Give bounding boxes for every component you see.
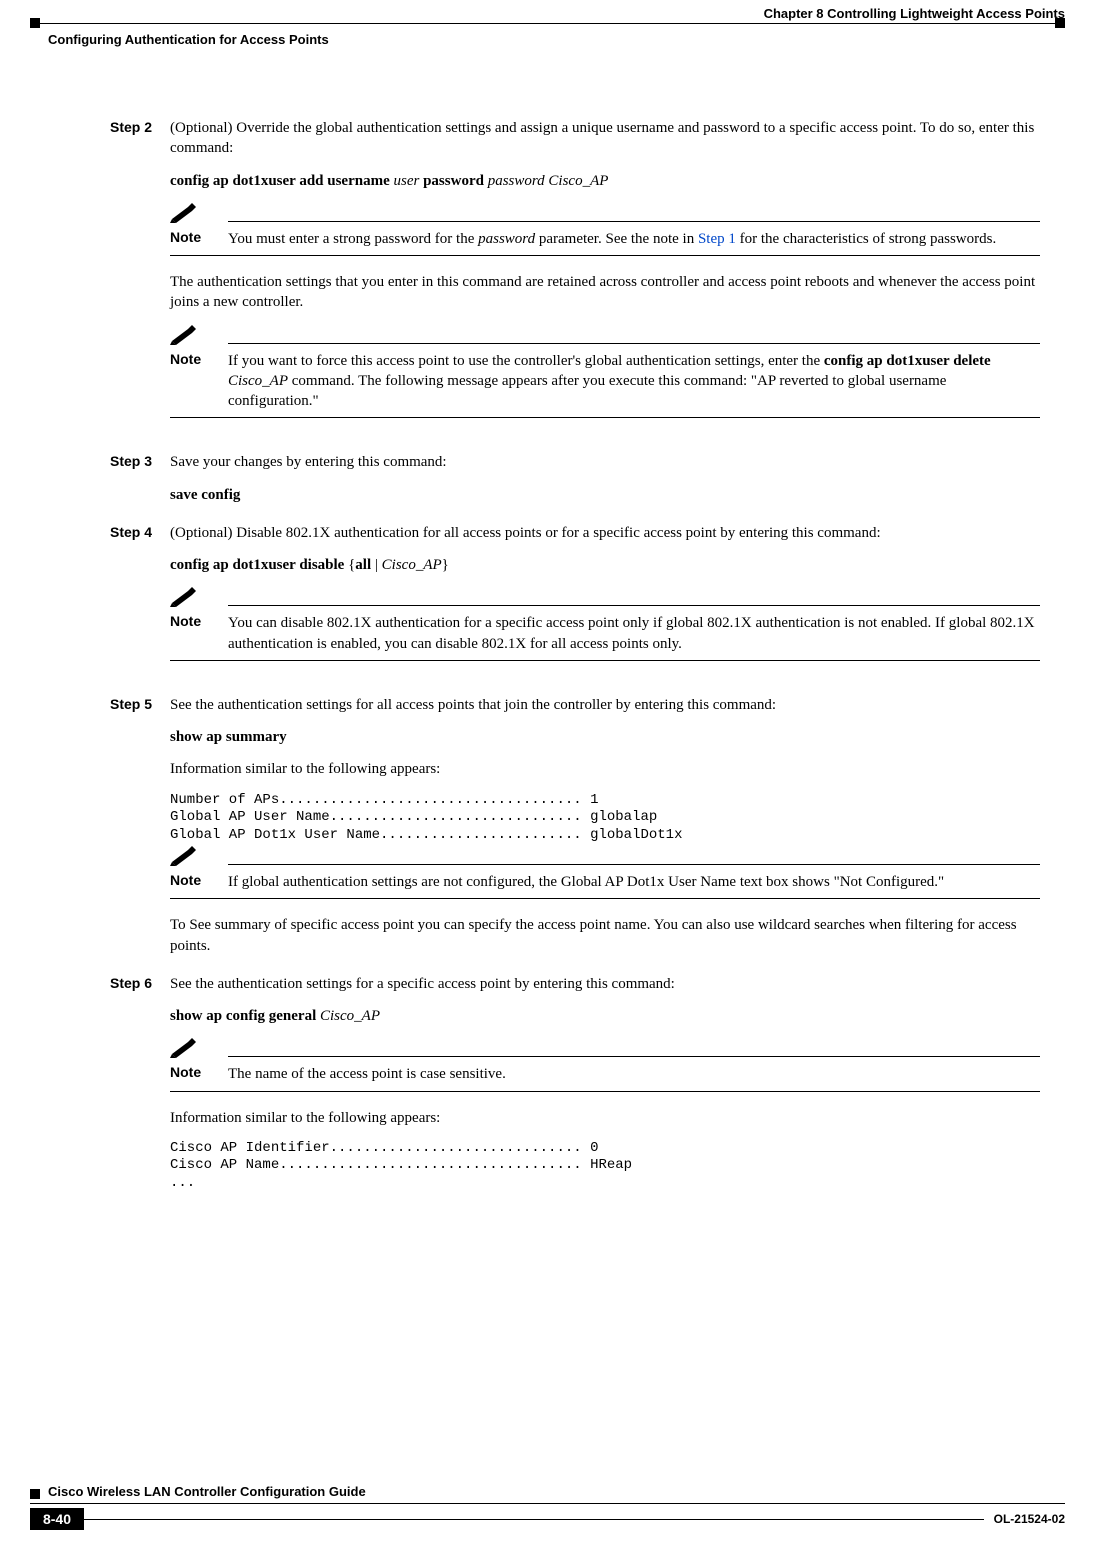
note-icon bbox=[170, 846, 200, 866]
step-2: Step 2 (Optional) Override the global au… bbox=[110, 118, 1040, 434]
footer-title: Cisco Wireless LAN Controller Configurat… bbox=[48, 1484, 366, 1499]
note-italic: password bbox=[478, 231, 535, 247]
brace: } bbox=[442, 557, 449, 573]
step-label: Step 3 bbox=[110, 452, 170, 469]
note-body: If global authentication settings are no… bbox=[228, 872, 1040, 892]
step5-para2: Information similar to the following app… bbox=[170, 759, 1040, 779]
cmd-text: config ap dot1xuser disable bbox=[170, 557, 348, 573]
note-body: You can disable 802.1X authentication fo… bbox=[228, 613, 1040, 654]
step6-output: Cisco AP Identifier.....................… bbox=[170, 1140, 1040, 1193]
note-block: Note If global authentication settings a… bbox=[170, 850, 1040, 899]
cmd-all: all bbox=[355, 557, 371, 573]
step3-para: Save your changes by entering this comma… bbox=[170, 452, 1040, 472]
note-block: Note The name of the access point is cas… bbox=[170, 1042, 1040, 1091]
cmd-text: show ap config general bbox=[170, 1008, 320, 1024]
step5-output: Number of APs...........................… bbox=[170, 792, 1040, 845]
note-label: Note bbox=[170, 872, 228, 892]
note-icon bbox=[170, 587, 200, 607]
step6-command: show ap config general Cisco_AP bbox=[170, 1006, 1040, 1026]
step4-command: config ap dot1xuser disable {all | Cisco… bbox=[170, 555, 1040, 575]
step-label: Step 4 bbox=[110, 523, 170, 540]
step3-command: save config bbox=[170, 485, 1040, 505]
note-label: Note bbox=[170, 351, 228, 412]
note-text: parameter. See the note in bbox=[535, 231, 698, 247]
note-italic: Cisco_AP bbox=[228, 373, 288, 389]
note-body: The name of the access point is case sen… bbox=[228, 1064, 1040, 1084]
step5-para3: To See summary of specific access point … bbox=[170, 915, 1040, 956]
step6-para1: See the authentication settings for a sp… bbox=[170, 974, 1040, 994]
note-text: for the characteristics of strong passwo… bbox=[736, 231, 996, 247]
note-text: If you want to force this access point t… bbox=[228, 353, 824, 369]
step5-command: show ap summary bbox=[170, 727, 1040, 747]
note-label: Note bbox=[170, 1064, 228, 1084]
step4-para: (Optional) Disable 802.1X authentication… bbox=[170, 523, 1040, 543]
note-label: Note bbox=[170, 613, 228, 654]
running-header-chapter: Chapter 8 Controlling Lightweight Access… bbox=[0, 6, 1095, 21]
note-block: Note You can disable 802.1X authenticati… bbox=[170, 591, 1040, 661]
note-icon bbox=[170, 1038, 200, 1058]
page-number: 8-40 bbox=[30, 1508, 84, 1530]
note-text: command. The following message appears a… bbox=[228, 373, 946, 409]
step-4: Step 4 (Optional) Disable 802.1X authent… bbox=[110, 523, 1040, 677]
note-icon bbox=[170, 325, 200, 345]
doc-id: OL-21524-02 bbox=[984, 1512, 1065, 1526]
note-text: You must enter a strong password for the bbox=[228, 231, 478, 247]
pipe: | bbox=[371, 557, 382, 573]
main-content: Step 2 (Optional) Override the global au… bbox=[110, 100, 1040, 1196]
cmd-arg: Cisco_AP bbox=[320, 1008, 380, 1024]
step5-para1: See the authentication settings for all … bbox=[170, 695, 1040, 715]
cmd-text: config ap dot1xuser add username bbox=[170, 173, 390, 189]
note-block: Note If you want to force this access po… bbox=[170, 329, 1040, 419]
step-5: Step 5 See the authentication settings f… bbox=[110, 695, 1040, 968]
note-block: Note You must enter a strong password fo… bbox=[170, 207, 1040, 256]
running-header-section: Configuring Authentication for Access Po… bbox=[48, 32, 329, 47]
step-label: Step 2 bbox=[110, 118, 170, 135]
step2-para2: The authentication settings that you ent… bbox=[170, 272, 1040, 313]
step-label: Step 5 bbox=[110, 695, 170, 712]
page-footer: Cisco Wireless LAN Controller Configurat… bbox=[30, 1484, 1065, 1530]
step-3: Step 3 Save your changes by entering thi… bbox=[110, 452, 1040, 517]
step-6: Step 6 See the authentication settings f… bbox=[110, 974, 1040, 1197]
step6-para2: Information similar to the following app… bbox=[170, 1108, 1040, 1128]
cmd-arg: Cisco_AP bbox=[382, 557, 442, 573]
header-rule bbox=[30, 22, 1065, 28]
note-bold: config ap dot1xuser delete bbox=[824, 353, 991, 369]
step2-para1: (Optional) Override the global authentic… bbox=[170, 118, 1040, 159]
note-body: You must enter a strong password for the… bbox=[228, 229, 1040, 249]
note-body: If you want to force this access point t… bbox=[228, 351, 1040, 412]
cmd-arg: user bbox=[390, 173, 423, 189]
note-label: Note bbox=[170, 229, 228, 249]
step2-command: config ap dot1xuser add username user pa… bbox=[170, 171, 1040, 191]
cmd-text: password bbox=[423, 173, 484, 189]
note-icon bbox=[170, 203, 200, 223]
step1-link[interactable]: Step 1 bbox=[698, 231, 736, 247]
step-label: Step 6 bbox=[110, 974, 170, 991]
cmd-arg: password Cisco_AP bbox=[484, 173, 608, 189]
